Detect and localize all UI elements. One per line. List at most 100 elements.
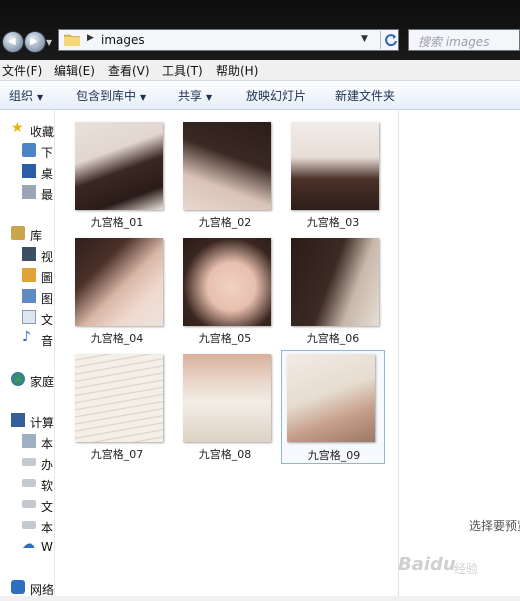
nav-favorites-label: 收藏 (30, 125, 55, 139)
nav-drive-3[interactable]: 软 (0, 475, 54, 493)
nav-drive-5[interactable]: 本 (0, 517, 54, 535)
forward-button[interactable]: ▶ (24, 31, 46, 53)
nav-recent[interactable]: 最 (0, 184, 54, 202)
file-item[interactable]: 九宫格_08 (173, 352, 277, 464)
file-name: 九宫格_07 (90, 448, 144, 461)
thumbnail-image (287, 354, 375, 442)
nav-computer[interactable]: 计算 (0, 412, 54, 430)
thumbnail-image (183, 354, 271, 442)
refresh-icon (385, 34, 397, 47)
file-name: 九宫格_08 (198, 448, 252, 461)
file-name: 九宫格_03 (306, 216, 360, 229)
drive-icon (22, 500, 36, 508)
network-icon (11, 580, 25, 594)
file-name: 九宫格_06 (306, 332, 360, 345)
file-item-selected[interactable]: 九宫格_09 (281, 350, 385, 464)
organize-label: 组织 (9, 89, 34, 103)
nav-desktop-label: 桌 (41, 167, 54, 181)
desktop-icon (22, 164, 36, 178)
library-icon (11, 226, 25, 240)
file-item[interactable]: 九宫格_03 (281, 120, 385, 232)
window-titlebar: ◀ ▶ ▼ ▶ images ▼ 搜索 images (0, 0, 520, 60)
system-drive-icon (22, 434, 36, 448)
nav-drive-1[interactable]: 本 (0, 433, 54, 451)
nav-network[interactable]: 网络 (0, 579, 54, 597)
thumbnail-image (291, 122, 379, 210)
share-button[interactable]: 共享 ▼ (178, 87, 212, 104)
address-dropdown-icon[interactable]: ▼ (361, 34, 368, 44)
nav-libraries[interactable]: 库 (0, 225, 54, 243)
nav-drive-4-label: 文 (41, 500, 54, 514)
menu-help[interactable]: 帮助(H) (216, 62, 258, 79)
recent-pages-dropdown-icon[interactable]: ▼ (46, 38, 52, 47)
nav-recent-label: 最 (41, 188, 54, 202)
file-name: 九宫格_01 (90, 216, 144, 229)
nav-downloads[interactable]: 下 (0, 142, 54, 160)
file-item[interactable]: 九宫格_01 (65, 120, 169, 232)
search-input[interactable]: 搜索 images (408, 29, 520, 51)
file-item[interactable]: 九宫格_07 (65, 352, 169, 464)
menu-edit[interactable]: 编辑(E) (54, 62, 95, 79)
search-placeholder: 搜索 images (418, 35, 490, 49)
videos-icon (22, 247, 36, 261)
back-button[interactable]: ◀ (2, 31, 24, 53)
nav-videos-label: 视 (41, 250, 54, 264)
nav-drive-1-label: 本 (41, 437, 54, 451)
include-in-library-button[interactable]: 包含到库中 ▼ (76, 87, 146, 104)
nav-videos[interactable]: 视 (0, 246, 54, 264)
breadcrumb-separator-icon[interactable]: ▶ (87, 33, 94, 43)
address-bar[interactable]: ▶ images ▼ (58, 29, 399, 51)
file-item[interactable]: 九宫格_04 (65, 236, 169, 348)
file-name: 九宫格_02 (198, 216, 252, 229)
menu-file[interactable]: 文件(F) (2, 62, 42, 79)
command-toolbar: 组织 ▼ 包含到库中 ▼ 共享 ▼ 放映幻灯片 新建文件夹 (0, 81, 520, 110)
file-item[interactable]: 九宫格_06 (281, 236, 385, 348)
nav-documents[interactable]: 文 (0, 309, 54, 327)
preview-hint: 选择要预览 (469, 519, 520, 533)
nav-homegroup-label: 家庭 (30, 375, 55, 389)
breadcrumb-images[interactable]: images (101, 33, 145, 47)
watermark-subtext: 经验 (454, 562, 479, 576)
file-item[interactable]: 九宫格_05 (173, 236, 277, 348)
nav-cloud-label: W (41, 540, 53, 554)
nav-drive-2[interactable]: 办 (0, 454, 54, 472)
nav-documents-label: 文 (41, 313, 54, 327)
thumbnail-image (75, 354, 163, 442)
homegroup-icon (11, 372, 25, 386)
computer-icon (11, 413, 25, 427)
nav-music[interactable]: ♪ 音 (0, 329, 54, 348)
menu-bar: 文件(F) 编辑(E) 查看(V) 工具(T) 帮助(H) (0, 60, 520, 81)
music-icon: ♪ (22, 329, 31, 345)
nav-desktop[interactable]: 桌 (0, 163, 54, 181)
nav-pictures-label: 图 (41, 292, 54, 306)
star-icon: ★ (11, 120, 24, 136)
include-in-library-label: 包含到库中 (76, 89, 137, 103)
nav-downloads-label: 下 (41, 146, 54, 160)
file-item[interactable]: 九宫格_02 (173, 120, 277, 232)
refresh-button[interactable] (380, 31, 401, 49)
navigation-pane: ★ 收藏 下 桌 最 库 视 圖 图 文 ♪ 音 家庭 计算 本 办 软 文 本… (0, 110, 55, 601)
thumbnail-image (183, 238, 271, 326)
nav-pictures[interactable]: 图 (0, 288, 54, 306)
organize-button[interactable]: 组织 ▼ (9, 87, 43, 104)
thumbnail-image (291, 238, 379, 326)
nav-drive-2-label: 办 (41, 458, 54, 472)
forward-arrow-icon: ▶ (30, 36, 38, 47)
new-folder-button[interactable]: 新建文件夹 (335, 87, 395, 104)
nav-library-2[interactable]: 圖 (0, 267, 54, 285)
thumbnail-image (75, 122, 163, 210)
nav-homegroup[interactable]: 家庭 (0, 371, 54, 389)
nav-libraries-label: 库 (30, 229, 43, 243)
nav-drive-3-label: 软 (41, 479, 54, 493)
drive-icon (22, 479, 36, 487)
nav-favorites[interactable]: ★ 收藏 (0, 120, 55, 139)
slideshow-button[interactable]: 放映幻灯片 (246, 87, 306, 104)
library-folder-icon (22, 268, 36, 282)
menu-tools[interactable]: 工具(T) (162, 62, 203, 79)
cloud-icon: ☁ (22, 537, 35, 552)
nav-cloud[interactable]: ☁ W (0, 537, 54, 556)
menu-view[interactable]: 查看(V) (108, 62, 150, 79)
chevron-down-icon: ▼ (37, 93, 44, 102)
nav-library-2-label: 圖 (41, 271, 54, 285)
nav-drive-4[interactable]: 文 (0, 496, 54, 514)
